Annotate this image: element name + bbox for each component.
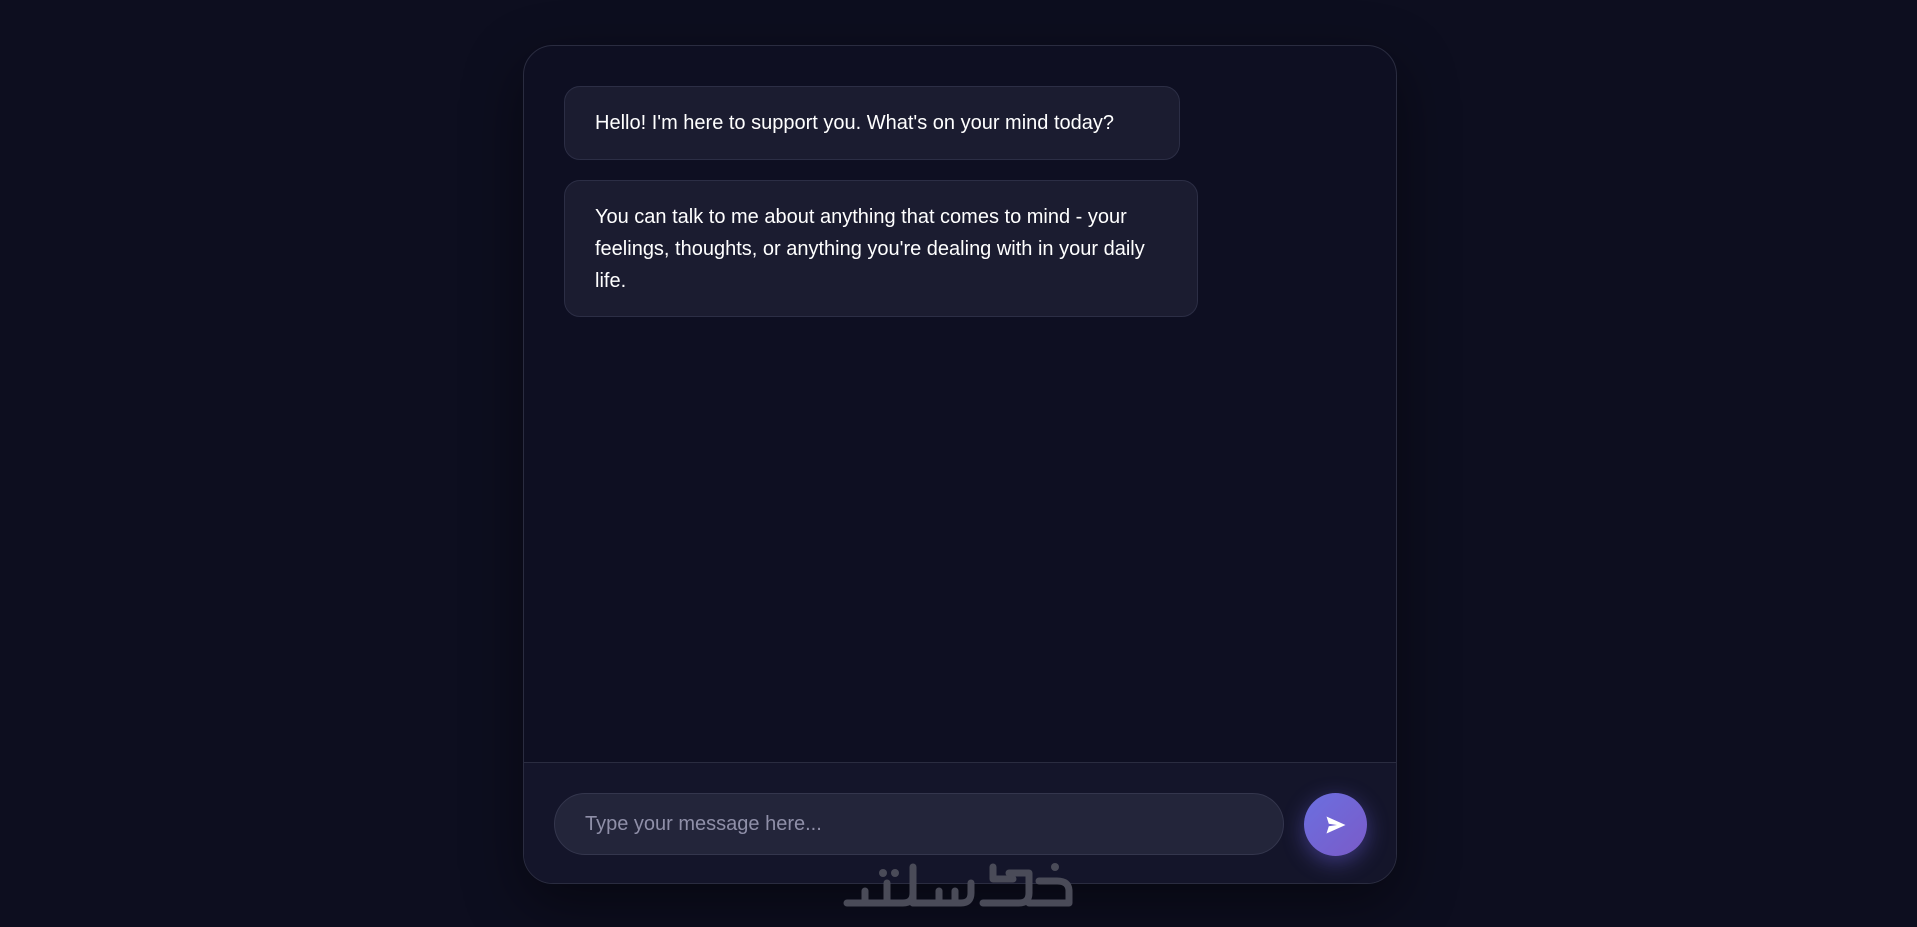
send-button[interactable] xyxy=(1304,793,1367,856)
bot-message: Hello! I'm here to support you. What's o… xyxy=(564,86,1180,160)
composer-bar xyxy=(524,762,1396,883)
message-input[interactable] xyxy=(554,793,1284,855)
chat-window: Hello! I'm here to support you. What's o… xyxy=(523,45,1397,884)
message-list: Hello! I'm here to support you. What's o… xyxy=(524,46,1396,762)
send-icon xyxy=(1326,816,1345,833)
bot-message: You can talk to me about anything that c… xyxy=(564,180,1198,317)
